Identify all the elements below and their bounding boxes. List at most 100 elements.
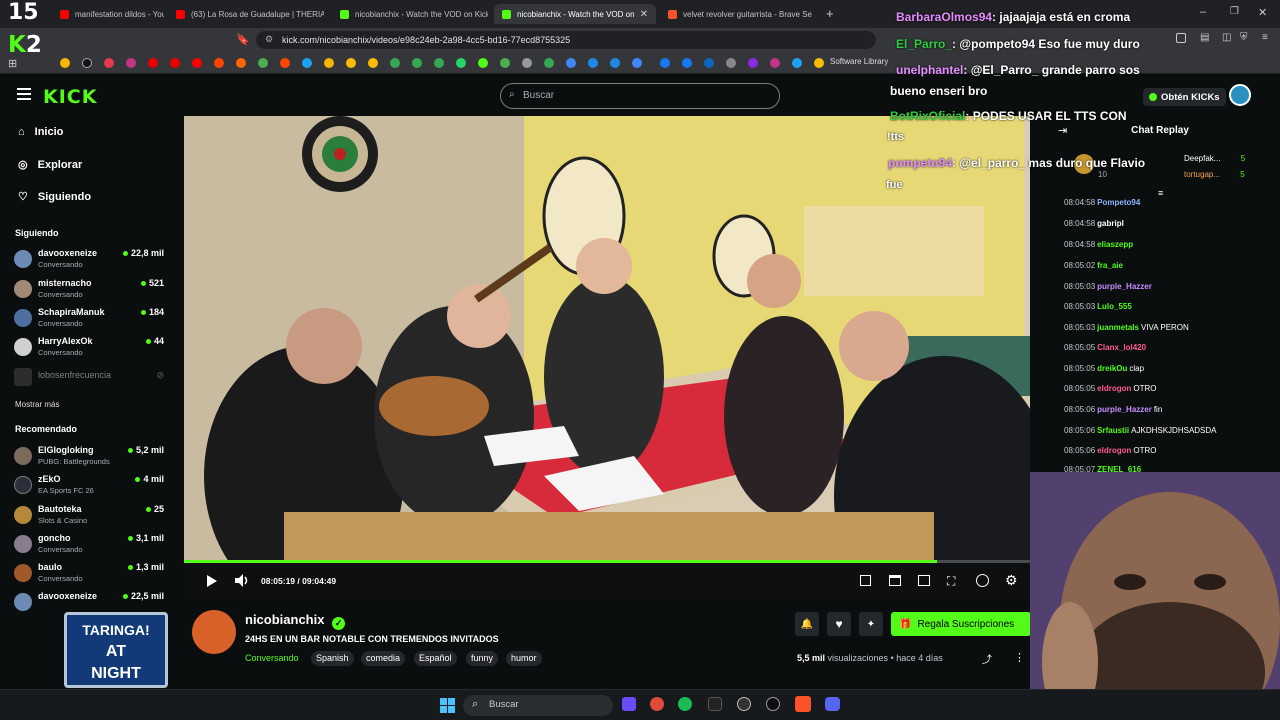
sidebar-channel[interactable]: SchapiraManuk Conversando 184 — [14, 305, 164, 331]
notification-bell-button[interactable]: 🔔 — [795, 612, 819, 636]
taskbar-search[interactable]: ⌕ Buscar — [463, 695, 613, 716]
bookmark-favicon[interactable] — [214, 58, 224, 68]
bookmark-favicon[interactable] — [632, 58, 642, 68]
sidebar-channel[interactable]: ElGlogloking PUBG: Battlegrounds 5,2 mil — [14, 443, 164, 469]
get-kicks-button[interactable]: Obtén KICKs — [1143, 88, 1226, 106]
settings-gear-icon[interactable]: ⚙ — [1005, 572, 1018, 589]
channel-avatar[interactable] — [192, 610, 236, 654]
kick-logo[interactable]: KICK — [43, 86, 97, 108]
tag-chip[interactable]: comedia — [361, 651, 406, 666]
terminal-icon[interactable] — [708, 697, 722, 711]
bookmark-favicon[interactable] — [104, 58, 114, 68]
bookmark-favicon[interactable] — [148, 58, 158, 68]
theater-mode-icon[interactable] — [918, 575, 930, 586]
bookmark-favicon[interactable] — [588, 58, 598, 68]
bookmark-favicon[interactable] — [368, 58, 378, 68]
video-player[interactable] — [184, 116, 1030, 562]
more-options-icon[interactable]: ⋮ — [1014, 651, 1025, 664]
channel-name-heading[interactable]: nicobianchix ✓ — [245, 612, 346, 630]
bookmark-icon[interactable]: 🔖 — [236, 33, 250, 46]
filter-icon[interactable]: ≡ — [1158, 188, 1163, 198]
obs-icon[interactable] — [737, 697, 751, 711]
bookmark-favicon[interactable] — [726, 58, 736, 68]
tag-chip[interactable]: funny — [466, 651, 499, 666]
bookmark-favicon[interactable] — [346, 58, 356, 68]
whatsapp-icon[interactable] — [456, 58, 466, 68]
apps-icon[interactable]: ⊞ — [8, 57, 17, 70]
browser-tab-active[interactable]: nicobianchix - Watch the VOD on Kick ✕ — [494, 4, 656, 24]
wallet-icon[interactable]: ◫ — [1222, 32, 1231, 43]
bookmark-favicon[interactable] — [60, 58, 70, 68]
sidebar-channel[interactable]: davooxeneize Conversando 22,8 mil — [14, 246, 164, 272]
bookmark-favicon[interactable] — [412, 58, 422, 68]
browser-tab[interactable]: nicobianchix - Watch the VOD on Kick — [332, 4, 488, 24]
site-info-icon[interactable]: ⚙ — [265, 34, 273, 45]
gift-subs-button[interactable]: 🎁 Regala Suscripciones — [891, 612, 1031, 636]
bookmark-favicon[interactable] — [302, 58, 312, 68]
bookmark-favicon[interactable] — [522, 58, 532, 68]
bookmark-software-library[interactable]: Software Library — [830, 57, 888, 66]
share-icon[interactable]: ⤴ — [982, 651, 992, 666]
sidebar-channel[interactable]: HarryAlexOk Conversando 44 — [14, 334, 164, 360]
close-window-icon[interactable]: ✕ — [1258, 6, 1267, 19]
tag-chip[interactable]: Español — [414, 651, 457, 666]
sidebar-icon[interactable]: ▤ — [1200, 32, 1209, 43]
app-icon[interactable] — [622, 697, 636, 711]
sidebar-channel[interactable]: misternacho Conversando 521 — [14, 276, 164, 302]
tag-chip[interactable]: Spanish — [311, 651, 354, 666]
x-icon[interactable] — [82, 58, 92, 68]
hamburger-menu-icon[interactable] — [17, 88, 31, 100]
sidebar-channel[interactable]: zEkO EA Sports FC 26 4 mil — [14, 472, 164, 498]
facebook-icon[interactable] — [660, 58, 670, 68]
browser-tab[interactable]: manifestation dildos - YouTube — [52, 4, 164, 24]
spotify-icon[interactable] — [678, 697, 692, 711]
bookmark-favicon[interactable] — [390, 58, 400, 68]
search-input[interactable]: ⌕ Buscar — [500, 83, 780, 109]
nav-explorar[interactable]: ◎ Explorar — [18, 158, 82, 172]
reddit-icon[interactable] — [280, 58, 290, 68]
pinned-user[interactable]: tortugap... 5 — [1184, 170, 1245, 179]
bookmark-favicon[interactable] — [770, 58, 780, 68]
pinned-user[interactable]: Deepfak... 5 — [1184, 154, 1245, 163]
youtube-icon[interactable] — [192, 58, 202, 68]
fullscreen-icon[interactable]: ⛶ — [947, 574, 955, 589]
sidebar-channel-offline[interactable]: lobosenfrecuencia ⊘ — [14, 364, 164, 390]
maximize-icon[interactable]: ❐ — [1230, 6, 1239, 17]
bookmark-favicon[interactable] — [324, 58, 334, 68]
nav-inicio[interactable]: ⌂ Inicio — [18, 126, 63, 138]
miniplayer-icon[interactable] — [889, 575, 901, 586]
chrome-icon[interactable] — [650, 697, 664, 711]
bookmark-favicon[interactable] — [478, 58, 488, 68]
play-icon[interactable] — [207, 575, 217, 587]
menu-icon[interactable]: ≡ — [1262, 32, 1268, 43]
shield-icon[interactable]: ⛨ — [1240, 32, 1248, 43]
volume-icon[interactable] — [235, 574, 249, 587]
brave-icon[interactable] — [795, 696, 811, 712]
app-icon[interactable] — [766, 697, 780, 711]
bookmark-favicon[interactable] — [792, 58, 802, 68]
show-more-link[interactable]: Mostrar más — [15, 400, 59, 409]
clip-icon[interactable] — [860, 575, 871, 586]
url-field[interactable]: ⚙ kick.com/nicobianchix/videos/e98c24eb-… — [256, 31, 876, 49]
sidebar-channel[interactable]: Bautoteka Slots & Casino 25 — [14, 502, 164, 528]
browser-tab[interactable]: velvet revolver guitarrista - Brave Se — [660, 4, 818, 24]
minimize-icon[interactable]: – — [1200, 6, 1206, 18]
nav-siguiendo[interactable]: ♡ Siguiendo — [18, 190, 91, 204]
bookmark-favicon[interactable] — [748, 58, 758, 68]
sparkle-button[interactable]: ✦ — [859, 612, 883, 636]
tag-chip[interactable]: humor — [506, 651, 542, 666]
follow-heart-button[interactable]: ♥ — [827, 612, 851, 636]
bookmark-favicon[interactable] — [126, 58, 136, 68]
bookmark-favicon[interactable] — [610, 58, 620, 68]
bookmark-favicon[interactable] — [566, 58, 576, 68]
sidebar-channel[interactable]: baulo Conversando 1,3 mil — [14, 560, 164, 586]
bookmark-favicon[interactable] — [500, 58, 510, 68]
close-tab-icon[interactable]: ✕ — [640, 9, 648, 20]
bookmark-favicon[interactable] — [682, 58, 692, 68]
sidebar-channel[interactable]: goncho Conversando 3,1 mil — [14, 531, 164, 557]
new-tab-icon[interactable]: + — [826, 6, 834, 21]
bookmark-favicon[interactable] — [434, 58, 444, 68]
bookmark-favicon[interactable] — [236, 58, 246, 68]
browser-tab[interactable]: (63) La Rosa de Guadalupe | THERIAN — [168, 4, 324, 24]
bookmark-favicon[interactable] — [258, 58, 268, 68]
